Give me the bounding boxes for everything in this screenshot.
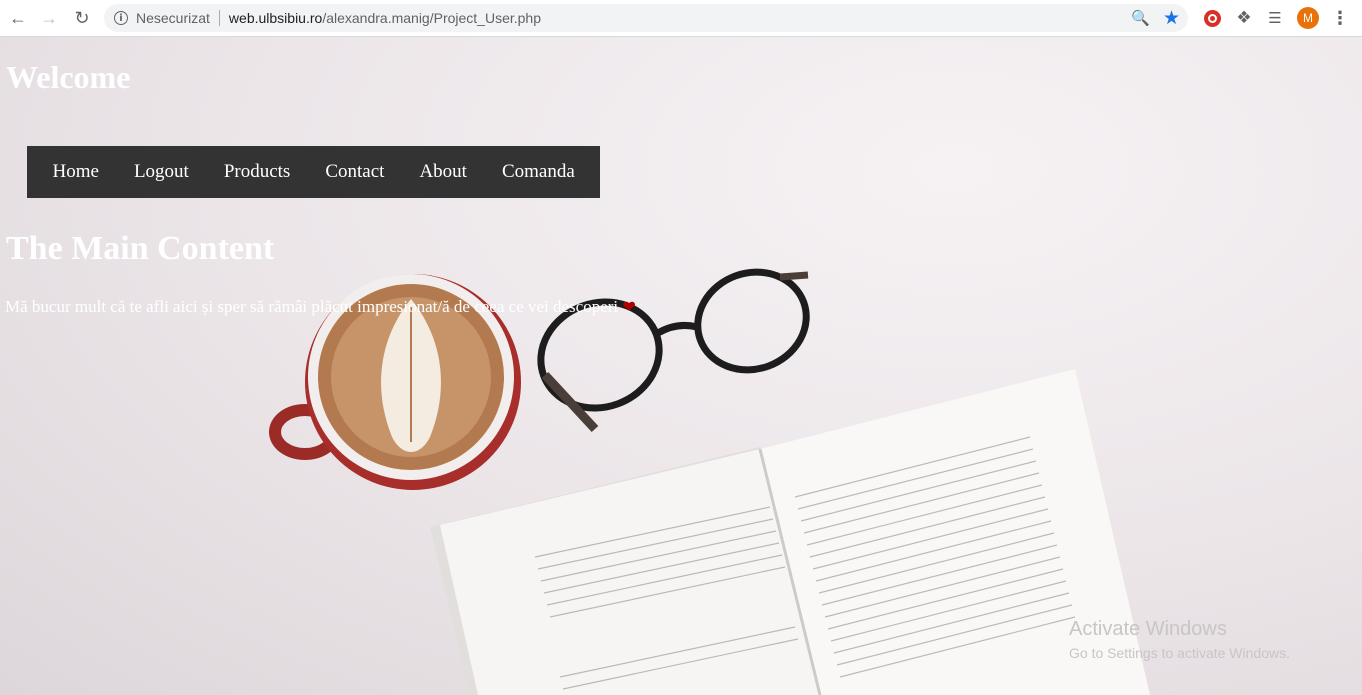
- glasses-illustration: [537, 268, 810, 433]
- welcome-message: Mă bucur mult că te afli aici și sper să…: [5, 297, 636, 317]
- media-control-icon[interactable]: ☰: [1265, 8, 1285, 28]
- background-photo: [269, 268, 1150, 695]
- info-icon[interactable]: i: [114, 11, 128, 25]
- extension-red-icon[interactable]: [1202, 8, 1222, 28]
- activate-windows-title: Activate Windows: [1069, 618, 1227, 640]
- page-body: Welcome Home Logout Products Contact Abo…: [0, 37, 1362, 695]
- url-path[interactable]: /alexandra.manig/Project_User.php: [322, 10, 541, 26]
- extensions-puzzle-icon[interactable]: ❖: [1234, 8, 1254, 28]
- main-content-heading: The Main Content: [6, 230, 275, 267]
- browser-menu-icon[interactable]: ⋮: [1330, 8, 1350, 29]
- activate-windows-watermark: Activate Windows Go to Settings to activ…: [1069, 618, 1290, 661]
- nav-comanda[interactable]: Comanda: [484, 146, 592, 198]
- welcome-message-text: Mă bucur mult că te afli aici și sper să…: [5, 297, 619, 316]
- nav-products[interactable]: Products: [206, 146, 308, 198]
- address-separator: [218, 10, 220, 26]
- reload-icon[interactable]: ↻: [70, 7, 94, 29]
- nav-home[interactable]: Home: [35, 146, 116, 198]
- nav-about[interactable]: About: [402, 146, 485, 198]
- browser-toolbar: ← → ↻ i Nesecurizat web.ulbsibiu.ro/alex…: [0, 0, 1362, 37]
- main-navbar: Home Logout Products Contact About Coman…: [27, 146, 601, 198]
- welcome-heading: Welcome: [6, 59, 131, 95]
- security-label[interactable]: Nesecurizat: [136, 10, 210, 26]
- heart-icon: ❤: [622, 297, 636, 316]
- nav-contact[interactable]: Contact: [308, 146, 402, 198]
- bookmark-star-icon[interactable]: ★: [1163, 7, 1180, 29]
- nav-logout[interactable]: Logout: [116, 146, 206, 198]
- profile-avatar[interactable]: M: [1297, 7, 1319, 29]
- back-arrow-icon[interactable]: ←: [6, 7, 30, 29]
- url-host[interactable]: web.ulbsibiu.ro: [229, 10, 322, 26]
- zoom-icon[interactable]: 🔍: [1131, 9, 1150, 27]
- address-bar[interactable]: i Nesecurizat web.ulbsibiu.ro/alexandra.…: [104, 4, 1188, 32]
- book-illustration: [430, 369, 1150, 695]
- forward-arrow-icon[interactable]: →: [37, 7, 61, 29]
- activate-windows-subtitle: Go to Settings to activate Windows.: [1069, 645, 1290, 661]
